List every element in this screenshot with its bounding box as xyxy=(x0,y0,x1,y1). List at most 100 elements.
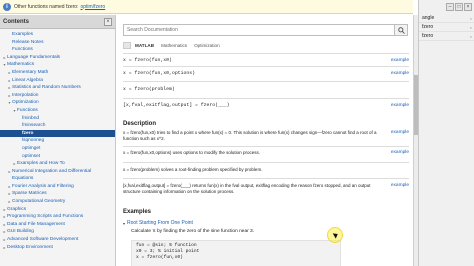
sidebar-item[interactable]: lsqnonneg xyxy=(0,137,115,145)
divider xyxy=(123,66,409,67)
example-link[interactable]: example xyxy=(391,150,409,155)
sidebar-item[interactable]: fminsearch xyxy=(0,122,115,130)
example-link[interactable]: example xyxy=(391,71,409,79)
sidebar-item[interactable]: ▸ GUI Building xyxy=(0,228,115,236)
sidebar-item[interactable]: Functions xyxy=(0,46,115,54)
window-controls: – □ × xyxy=(419,0,474,14)
search-icon xyxy=(397,26,405,34)
sidebar-item-label: Sparse Matrices xyxy=(12,191,47,197)
sidebar-item-label: fminbnd xyxy=(22,115,40,121)
sidebar-item[interactable]: optimset xyxy=(0,153,115,161)
sidebar-item-label: Mathematics xyxy=(7,62,35,68)
close-icon[interactable]: × xyxy=(470,32,472,41)
breadcrumb-item[interactable]: Mathematics xyxy=(161,43,187,48)
sidebar-item[interactable]: ▾ Mathematics xyxy=(0,61,115,69)
notice-text: Other functions named fzero: xyxy=(14,3,79,10)
page-tab-label: angle xyxy=(422,14,435,21)
sidebar-item[interactable]: Examples xyxy=(0,31,115,39)
sidebar-item[interactable]: ▸ Programming Scripts and Functions xyxy=(0,213,115,221)
example-text: Calculate π by finding the zero of the s… xyxy=(131,229,255,234)
search-input[interactable] xyxy=(123,24,395,36)
example-link[interactable]: example xyxy=(391,103,409,111)
sidebar-item-label: Functions xyxy=(12,47,33,53)
sidebar-item[interactable]: ▸ Numerical Integration and Differential xyxy=(0,168,115,176)
sidebar-item-label: Numerical Integration and Differential xyxy=(12,168,92,174)
sidebar-item[interactable]: ▸ Advanced Software Development xyxy=(0,236,115,244)
list-item[interactable]: fzero × xyxy=(419,32,474,41)
divider xyxy=(123,53,409,54)
sidebar-item[interactable]: ▸ Examples and How To xyxy=(0,160,115,168)
sidebar-item[interactable]: Release Notes xyxy=(0,39,115,47)
example-link[interactable]: example xyxy=(391,183,409,188)
syntax-line: x = fzero(fun,x0) example xyxy=(123,58,409,66)
code-line: x = fzero(fun,x0) xyxy=(136,255,183,260)
sidebar-item[interactable]: optimget xyxy=(0,145,115,153)
minimize-icon[interactable]: – xyxy=(446,3,454,11)
home-icon[interactable] xyxy=(123,42,131,49)
close-icon[interactable]: × xyxy=(464,3,472,11)
open-pages-list: angle × fzero × fzero × xyxy=(419,14,474,41)
sidebar-item-label: Functions xyxy=(17,107,38,113)
close-icon[interactable]: × xyxy=(470,14,472,23)
syntax-line: x = fzero(fun,x0,options) example xyxy=(123,71,409,79)
sidebar-item-label: Examples xyxy=(12,32,34,37)
description-text: x = fzero(fun,x0,options) uses options t… xyxy=(123,150,260,155)
sidebar-item-label: Interpolation xyxy=(12,92,39,98)
main-content: MATLAB Mathematics Optimization x = fzer… xyxy=(117,15,413,266)
sidebar-item-label: Statistics and Random Numbers xyxy=(12,85,81,91)
maximize-icon[interactable]: □ xyxy=(455,3,463,11)
sidebar-item[interactable]: ▸ Desktop Environment xyxy=(0,244,115,252)
close-icon[interactable]: × xyxy=(470,23,472,32)
description-block: x = fzero(fun,x0) tries to find a point … xyxy=(123,130,409,142)
sidebar-item-label: Examples and How To xyxy=(17,161,65,167)
sidebar-item[interactable]: ▸ Graphics xyxy=(0,206,115,214)
sidebar-item-label: Fourier Analysis and Filtering xyxy=(12,183,74,189)
sidebar-item[interactable]: ▸ Sparse Matrices xyxy=(0,190,115,198)
description-text: x = fzero(problem) solves a root-finding… xyxy=(123,167,263,172)
sidebar-item-label: Linear Algebra xyxy=(12,77,43,83)
syntax-code: [x,fval,exitflag,output] = fzero(___) xyxy=(123,103,230,108)
sidebar-item-label: Computational Geometry xyxy=(12,199,66,205)
sidebar-item[interactable]: ▸ Linear Algebra xyxy=(0,77,115,85)
sidebar-item[interactable]: ▾ Functions xyxy=(0,107,115,115)
sidebar-item[interactable]: ▸ Statistics and Random Numbers xyxy=(0,84,115,92)
description-block: [x,fval,exitflag,output] = fzero(___) re… xyxy=(123,183,409,195)
sidebar-item[interactable]: ▸ Interpolation xyxy=(0,92,115,100)
cursor-highlight xyxy=(327,227,343,243)
sidebar-item[interactable]: ▸ Language Fundamentals xyxy=(0,54,115,62)
description-block: x = fzero(fun,x0,options) uses options t… xyxy=(123,150,409,156)
breadcrumb-item[interactable]: Optimization xyxy=(194,43,220,48)
divider xyxy=(123,98,409,99)
divider xyxy=(123,81,409,82)
sidebar-item-label: Equations xyxy=(12,176,34,182)
sidebar-item[interactable]: ▸ Computational Geometry xyxy=(0,198,115,206)
sidebar-item-label: Programming Scripts and Functions xyxy=(7,214,84,220)
right-panel: – □ × angle × fzero × fzero × xyxy=(418,0,474,266)
search-button[interactable] xyxy=(395,24,408,36)
sidebar-item-label: Graphics xyxy=(7,206,27,212)
notice-link[interactable]: optim/fzero xyxy=(80,4,105,10)
sidebar-item[interactable]: Equations xyxy=(0,175,115,183)
sidebar-item-label: Advanced Software Development xyxy=(7,237,79,243)
example-link[interactable]: example xyxy=(391,58,409,66)
notice-bar: i Other functions named fzero: optim/fze… xyxy=(0,0,413,14)
table-of-contents: Examples Release Notes Functions ▸ Language … xyxy=(0,29,115,251)
sidebar-item[interactable]: ▾ Optimization xyxy=(0,99,115,107)
sidebar-item[interactable]: ▸ Elementary Math xyxy=(0,69,115,77)
sidebar-item[interactable]: ▸ Fourier Analysis and Filtering xyxy=(0,183,115,191)
sidebar-item-label: fminsearch xyxy=(22,123,46,129)
syntax-code: x = fzero(fun,x0) xyxy=(123,58,172,63)
close-icon[interactable]: × xyxy=(104,17,112,26)
sidebar-item[interactable]: fzero xyxy=(0,129,115,138)
sidebar-item-label: Optimization xyxy=(12,100,39,106)
breadcrumb-item[interactable]: MATLAB xyxy=(135,43,154,48)
sidebar-item-label: Release Notes xyxy=(12,39,44,45)
syntax-line: x = fzero(problem) xyxy=(123,87,409,95)
example-link[interactable]: example xyxy=(391,130,409,135)
example-toggle[interactable]: ▾ Root Starting From One Point xyxy=(123,220,193,226)
sidebar-item-label: lsqnonneg xyxy=(22,138,45,144)
sidebar-item[interactable]: ▸ Data and File Management xyxy=(0,221,115,229)
contents-sidebar: Contents × Examples Release Notes Function… xyxy=(0,15,116,266)
description-text: x = fzero(fun,x0) tries to find a point … xyxy=(123,130,377,141)
sidebar-item[interactable]: fminbnd xyxy=(0,115,115,123)
